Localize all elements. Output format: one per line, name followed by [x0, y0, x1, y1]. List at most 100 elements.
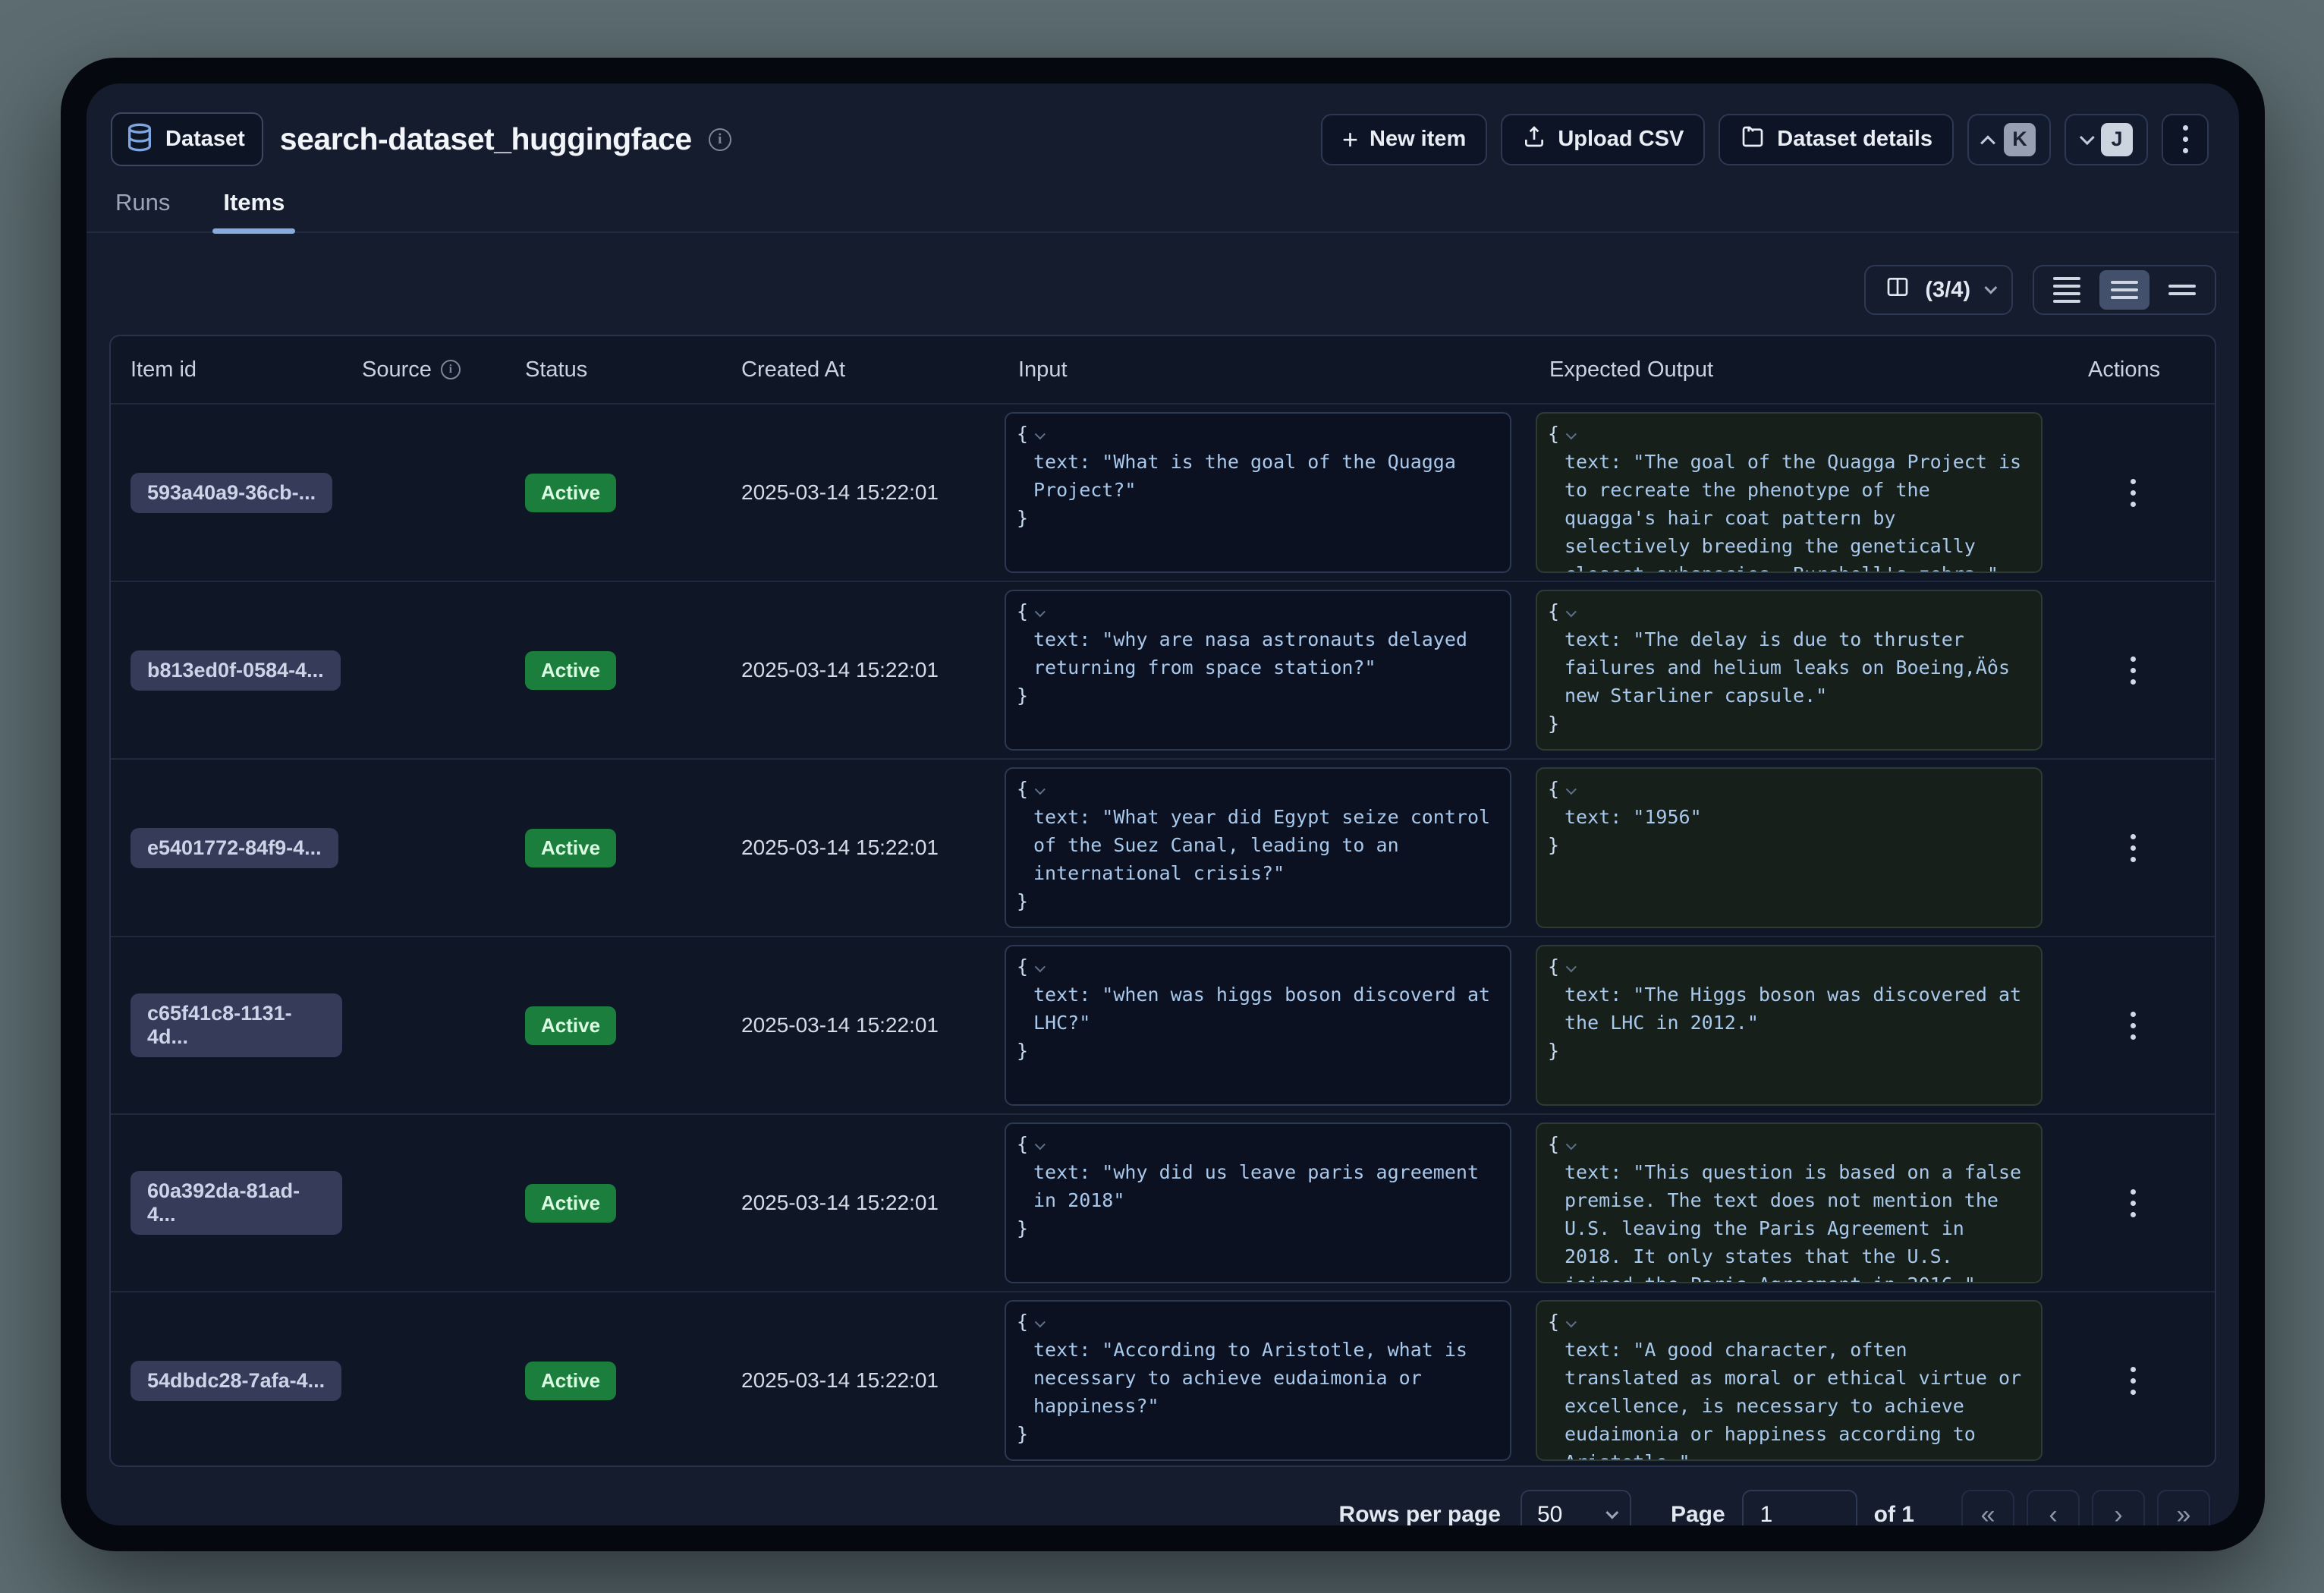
expected-output-json-viewer[interactable]: { text: "The Higgs boson was discovered … [1536, 945, 2043, 1106]
page-total-label: of 1 [1874, 1502, 1914, 1525]
header-left: Dataset search-dataset_huggingface i [111, 112, 731, 166]
tab-items[interactable]: Items [219, 189, 289, 231]
row-actions-menu-button[interactable] [2123, 1182, 2143, 1225]
page-label: Page [1671, 1502, 1725, 1525]
expected-output-json-viewer[interactable]: { text: "The delay is due to thruster fa… [1536, 590, 2043, 751]
new-item-label: New item [1370, 127, 1466, 152]
table-row: e5401772-84f9-4... Active 2025-03-14 15:… [111, 758, 2215, 936]
input-json-viewer[interactable]: { text: "why are nasa astronauts delayed… [1005, 590, 1511, 751]
collapse-chevron-icon[interactable] [1035, 429, 1046, 439]
keycap-j: J [2101, 123, 2133, 156]
input-json-viewer[interactable]: { text: "What is the goal of the Quagga … [1005, 412, 1511, 573]
kebab-icon [2131, 834, 2136, 839]
status-badge: Active [525, 651, 616, 690]
collapse-chevron-icon[interactable] [1566, 1139, 1577, 1150]
input-json-text: text: "What year did Egypt seize control… [1017, 803, 1498, 887]
collapse-chevron-icon[interactable] [1035, 1139, 1046, 1150]
columns-visibility-button[interactable]: (3/4) [1864, 265, 2013, 315]
collapse-chevron-icon[interactable] [1566, 606, 1577, 617]
first-page-button[interactable]: « [1961, 1490, 2014, 1525]
input-json-viewer[interactable]: { text: "when was higgs boson discoverd … [1005, 945, 1511, 1106]
collapse-chevron-icon[interactable] [1035, 962, 1046, 972]
expected-output-json-text: text: "A good character, often translate… [1548, 1336, 2029, 1461]
item-id-pill[interactable]: 54dbdc28-7afa-4... [131, 1361, 341, 1401]
input-json-viewer[interactable]: { text: "why did us leave paris agreemen… [1005, 1122, 1511, 1283]
app-surface: Dataset search-dataset_huggingface i + N… [86, 83, 2239, 1525]
input-json-viewer[interactable]: { text: "What year did Egypt seize contr… [1005, 767, 1511, 928]
expected-output-json-viewer[interactable]: { text: "1956" } [1536, 767, 2043, 928]
collapse-chevron-icon[interactable] [1566, 784, 1577, 795]
created-at-cell: 2025-03-14 15:22:01 [722, 1368, 998, 1393]
keycap-k: K [2004, 123, 2036, 156]
created-at-cell: 2025-03-14 15:22:01 [722, 836, 998, 860]
created-at-cell: 2025-03-14 15:22:01 [722, 658, 998, 682]
item-id-pill[interactable]: b813ed0f-0584-4... [131, 650, 341, 691]
row-actions-menu-button[interactable] [2123, 1359, 2143, 1403]
folder-icon [1740, 124, 1766, 155]
expected-output-json-text: text: "1956" [1548, 803, 2029, 831]
column-header-actions: Actions [2068, 357, 2215, 383]
row-actions-menu-button[interactable] [2123, 826, 2143, 870]
row-actions-menu-button[interactable] [2123, 1004, 2143, 1047]
collapse-chevron-icon[interactable] [1566, 962, 1577, 972]
status-badge: Active [525, 829, 616, 867]
items-table: Item id Source i Status Created At Input… [109, 335, 2216, 1467]
next-page-button[interactable]: › [2092, 1490, 2145, 1525]
collapse-chevron-icon[interactable] [1566, 1317, 1577, 1327]
kebab-icon [2131, 1367, 2136, 1372]
tab-runs[interactable]: Runs [111, 189, 175, 231]
kebab-icon [2131, 479, 2136, 484]
expected-output-json-text: text: "The Higgs boson was discovered at… [1548, 981, 2029, 1037]
expected-output-json-text: text: "The delay is due to thruster fail… [1548, 625, 2029, 710]
header-actions: + New item Upload CSV [1321, 114, 2209, 165]
item-id-pill[interactable]: c65f41c8-1131-4d... [131, 993, 342, 1057]
density-medium-button[interactable] [2099, 270, 2149, 310]
item-id-pill[interactable]: 593a40a9-36cb-... [131, 473, 332, 513]
header-overflow-menu-button[interactable] [2162, 114, 2209, 165]
status-badge: Active [525, 1184, 616, 1223]
collapse-chevron-icon[interactable] [1566, 429, 1577, 439]
row-density-toggle [2033, 265, 2216, 315]
expected-output-json-text: text: "This question is based on a false… [1548, 1158, 2029, 1283]
input-json-text: text: "when was higgs boson discoverd at… [1017, 981, 1498, 1037]
density-compact-button[interactable] [2042, 270, 2092, 310]
new-item-button[interactable]: + New item [1321, 114, 1487, 165]
page-title: search-dataset_huggingface [280, 121, 692, 157]
input-json-text: text: "According to Aristotle, what is n… [1017, 1336, 1498, 1420]
expected-output-json-text: text: "The goal of the Quagga Project is… [1548, 448, 2029, 573]
page-number-input[interactable] [1742, 1490, 1857, 1525]
expected-output-json-viewer[interactable]: { text: "The goal of the Quagga Project … [1536, 412, 2043, 573]
expected-output-json-viewer[interactable]: { text: "A good character, often transla… [1536, 1300, 2043, 1461]
pagination-bar: Rows per page 50 Page of 1 « ‹ › » [109, 1490, 2216, 1525]
item-id-pill[interactable]: 60a392da-81ad-4... [131, 1171, 342, 1235]
dataset-details-button[interactable]: Dataset details [1719, 114, 1954, 165]
column-header-created-at: Created At [722, 357, 998, 383]
chevron-up-icon [1980, 135, 1995, 150]
next-item-shortcut-button[interactable]: J [2065, 114, 2148, 165]
chevron-down-icon [2080, 130, 2095, 145]
table-row: 54dbdc28-7afa-4... Active 2025-03-14 15:… [111, 1291, 2215, 1467]
item-id-pill[interactable]: e5401772-84f9-4... [131, 828, 338, 868]
row-actions-menu-button[interactable] [2123, 471, 2143, 515]
title-info-icon[interactable]: i [709, 128, 731, 151]
source-info-icon[interactable]: i [441, 360, 461, 379]
collapse-chevron-icon[interactable] [1035, 606, 1046, 617]
collapse-chevron-icon[interactable] [1035, 784, 1046, 795]
kebab-icon [2131, 656, 2136, 662]
upload-csv-button[interactable]: Upload CSV [1501, 114, 1705, 165]
previous-page-button[interactable]: ‹ [2027, 1490, 2080, 1525]
collapse-chevron-icon[interactable] [1035, 1317, 1046, 1327]
column-header-input: Input [998, 357, 1530, 383]
prev-item-shortcut-button[interactable]: K [1967, 114, 2051, 165]
last-page-button[interactable]: » [2157, 1490, 2210, 1525]
status-badge: Active [525, 1362, 616, 1400]
input-json-text: text: "why did us leave paris agreement … [1017, 1158, 1498, 1214]
table-row: 593a40a9-36cb-... Active 2025-03-14 15:2… [111, 403, 2215, 581]
tabs-bar: Runs Items [86, 189, 2239, 233]
rows-per-page-select[interactable]: 50 [1521, 1490, 1631, 1525]
row-actions-menu-button[interactable] [2123, 649, 2143, 692]
input-json-viewer[interactable]: { text: "According to Aristotle, what is… [1005, 1300, 1511, 1461]
rows-per-page-label: Rows per page [1339, 1502, 1501, 1525]
expected-output-json-viewer[interactable]: { text: "This question is based on a fal… [1536, 1122, 2043, 1283]
density-tall-button[interactable] [2157, 270, 2207, 310]
